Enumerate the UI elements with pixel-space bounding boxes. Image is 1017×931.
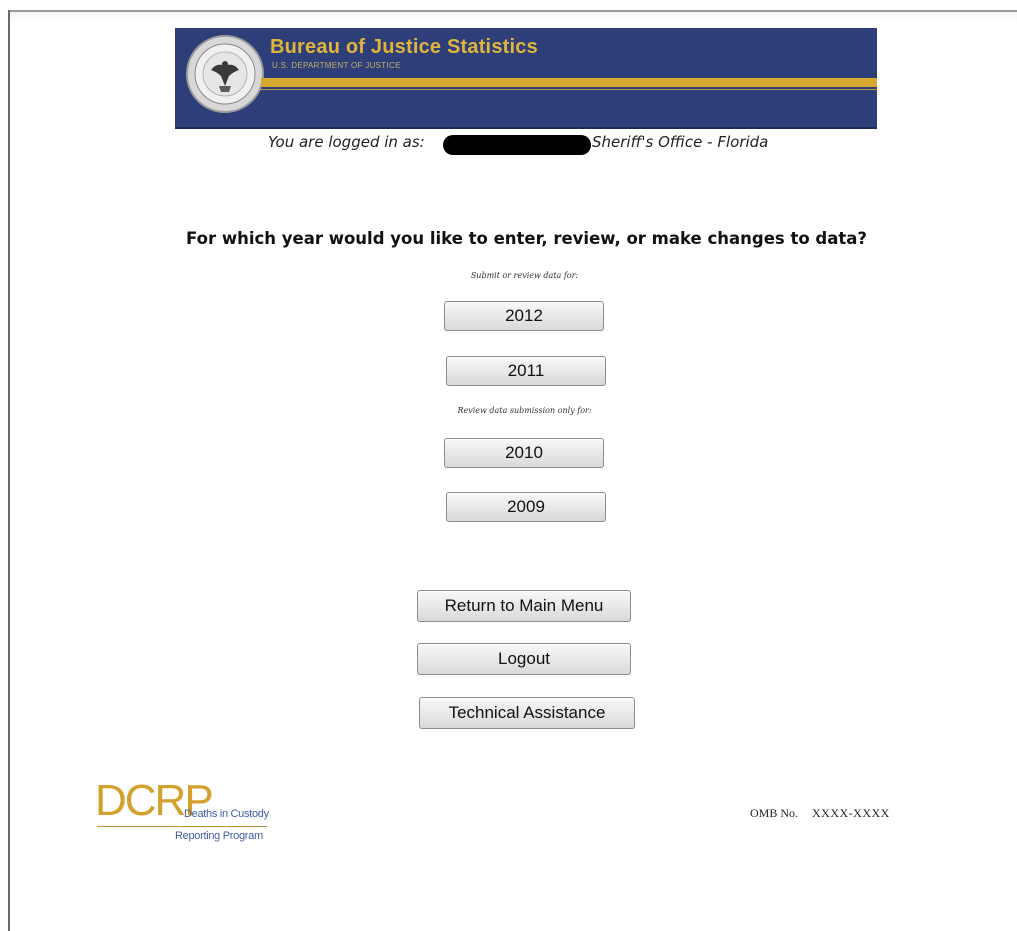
omb-label: OMB No. — [750, 806, 799, 820]
logout-button[interactable]: Logout — [417, 643, 631, 675]
year-button-2009[interactable]: 2009 — [446, 492, 606, 522]
year-button-2010[interactable]: 2010 — [444, 438, 604, 468]
dcrp-logo-line2: Reporting Program — [175, 830, 263, 842]
return-main-menu-button[interactable]: Return to Main Menu — [417, 590, 631, 622]
agency-subtitle: U.S. DEPARTMENT OF JUSTICE — [272, 61, 401, 70]
dcrp-logo-line1: Deaths in Custody — [184, 808, 269, 820]
year-button-2012[interactable]: 2012 — [444, 301, 604, 331]
technical-assistance-button[interactable]: Technical Assistance — [419, 697, 635, 729]
banner-thin-stripe — [261, 89, 877, 90]
bjs-banner: Bureau of Justice Statistics U.S. DEPART… — [175, 28, 877, 129]
dcrp-logo: DCRP Deaths in Custody Reporting Program — [95, 776, 285, 850]
redacted-name — [443, 135, 591, 155]
login-agency: Sheriff's Office - Florida — [592, 133, 769, 151]
review-note: Review data submission only for: — [457, 406, 592, 415]
login-label: You are logged in as: — [268, 133, 425, 151]
agency-title: Bureau of Justice Statistics — [270, 36, 538, 58]
login-status: You are logged in as: Sheriff's Office -… — [0, 133, 1017, 157]
dcrp-logo-rule — [97, 826, 267, 827]
window-top-border — [8, 10, 1017, 12]
year-button-2011[interactable]: 2011 — [446, 356, 606, 386]
banner-gold-stripe — [261, 78, 877, 87]
window-top-shade — [8, 12, 1017, 22]
omb-value: XXXX-XXXX — [812, 806, 890, 820]
submit-note: Submit or review data for: — [470, 271, 579, 280]
doj-seal-icon — [186, 35, 264, 113]
omb-number: OMB No. XXXX-XXXX — [750, 806, 890, 821]
year-question: For which year would you like to enter, … — [186, 229, 867, 248]
